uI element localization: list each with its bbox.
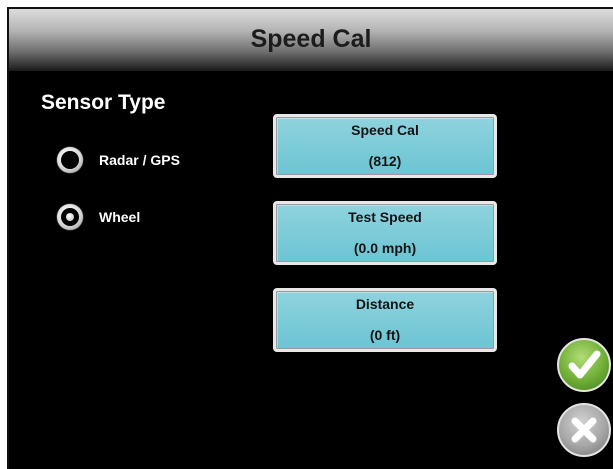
- sensor-type-heading: Sensor Type: [41, 91, 166, 114]
- title-bar: Speed Cal: [9, 9, 613, 71]
- test-speed-label: Test Speed: [348, 209, 422, 225]
- radio-label-radar-gps: Radar / GPS: [99, 152, 180, 168]
- accept-button[interactable]: [557, 338, 611, 392]
- x-icon: [571, 417, 597, 443]
- checkmark-icon: [568, 350, 601, 379]
- radio-option-radar-gps[interactable]: Radar / GPS: [57, 147, 180, 173]
- radio-button-selected-icon[interactable]: [57, 204, 83, 230]
- cancel-button[interactable]: [557, 403, 611, 457]
- page-title: Speed Cal: [250, 25, 372, 53]
- distance-button[interactable]: Distance (0 ft): [273, 288, 497, 352]
- test-speed-value: (0.0 mph): [353, 240, 417, 256]
- speed-cal-button[interactable]: Speed Cal (812): [273, 114, 497, 178]
- distance-label: Distance: [355, 296, 415, 312]
- speed-cal-screen: Speed Cal Sensor Type Radar / GPS Wheel …: [7, 7, 613, 469]
- radio-label-wheel: Wheel: [99, 209, 141, 225]
- radio-button-icon[interactable]: [57, 147, 83, 173]
- radio-option-wheel[interactable]: Wheel: [57, 204, 140, 230]
- speed-cal-value: (812): [368, 153, 402, 169]
- distance-value: (0 ft): [369, 327, 401, 343]
- test-speed-button[interactable]: Test Speed (0.0 mph): [273, 201, 497, 265]
- speed-cal-label: Speed Cal: [351, 122, 419, 138]
